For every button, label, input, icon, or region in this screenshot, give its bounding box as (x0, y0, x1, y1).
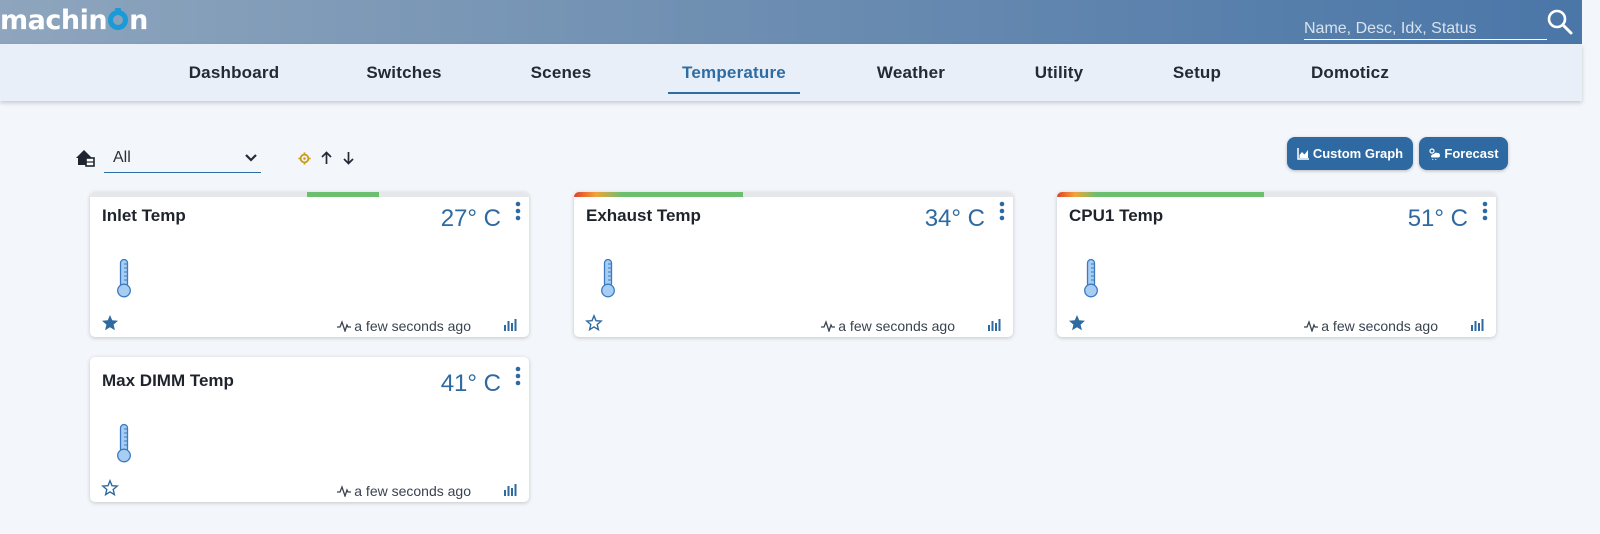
settings-sort-icon[interactable] (298, 152, 311, 165)
custom-graph-label: Custom Graph (1312, 146, 1404, 161)
machinon-logo[interactable]: machin n (0, 4, 148, 38)
nav-utility[interactable]: Utility (1019, 44, 1099, 101)
search-input[interactable] (1304, 14, 1547, 38)
search-box (1304, 14, 1547, 40)
thermometer-icon (601, 258, 615, 298)
device-name: Exhaust Temp (586, 206, 701, 225)
chevron-down-icon (245, 154, 257, 162)
thermometer-icon (1084, 258, 1098, 298)
search-icon[interactable] (1546, 8, 1574, 36)
pulse-icon (337, 485, 352, 497)
temperature-level-bar (1057, 192, 1496, 197)
device-name: Inlet Temp (102, 206, 186, 225)
last-update-text: a few seconds ago (838, 318, 955, 334)
device-value: 27° C (440, 205, 501, 232)
bar-chart-icon[interactable] (1470, 318, 1484, 332)
favorite-star-outline-icon[interactable] (585, 314, 603, 332)
sort-desc-icon[interactable] (342, 151, 355, 165)
room-filter-value: All (113, 149, 131, 166)
nav-switches[interactable]: Switches (352, 44, 456, 101)
sort-asc-icon[interactable] (320, 151, 333, 165)
area-chart-icon (1297, 148, 1309, 160)
last-update-text: a few seconds ago (354, 318, 471, 334)
device-card-exhaust-temp[interactable]: Exhaust Temp 34° C a few seconds ago (574, 192, 1013, 337)
nav-scenes[interactable]: Scenes (520, 44, 602, 101)
device-name: CPU1 Temp (1069, 206, 1164, 225)
device-card-max-dimm-temp[interactable]: Max DIMM Temp 41° C a few seconds ago (90, 357, 529, 502)
device-name: Max DIMM Temp (102, 371, 234, 390)
favorite-star-filled-icon[interactable] (1068, 314, 1086, 332)
forecast-button[interactable]: Forecast (1419, 137, 1508, 170)
room-house-icon (76, 150, 95, 167)
nav-domoticz[interactable]: Domoticz (1302, 44, 1398, 101)
main-navigation: Dashboard Switches Scenes Temperature We… (0, 44, 1582, 101)
nav-temperature[interactable]: Temperature (668, 44, 800, 101)
pulse-icon (1304, 320, 1319, 332)
custom-graph-button[interactable]: Custom Graph (1287, 137, 1413, 170)
more-options-icon[interactable] (515, 366, 521, 386)
bar-chart-icon[interactable] (503, 483, 517, 497)
favorite-star-outline-icon[interactable] (101, 479, 119, 497)
temperature-level-bar (90, 192, 529, 197)
more-options-icon[interactable] (515, 201, 521, 221)
thermometer-icon (117, 423, 131, 463)
nav-weather[interactable]: Weather (870, 44, 952, 101)
device-value: 34° C (924, 205, 985, 232)
pulse-icon (821, 320, 836, 332)
more-options-icon[interactable] (999, 201, 1005, 221)
device-card-cpu1-temp[interactable]: CPU1 Temp 51° C a few seconds ago (1057, 192, 1496, 337)
device-value: 51° C (1407, 205, 1468, 232)
top-header: machin n (0, 0, 1582, 44)
favorite-star-filled-icon[interactable] (101, 314, 119, 332)
last-update: a few seconds ago (1304, 318, 1438, 334)
thermometer-icon (117, 258, 131, 298)
device-value: 41° C (440, 370, 501, 397)
nav-setup[interactable]: Setup (1160, 44, 1234, 101)
temperature-level-bar (574, 192, 1013, 197)
last-update: a few seconds ago (337, 318, 471, 334)
last-update: a few seconds ago (821, 318, 955, 334)
cloud-sun-icon (1429, 148, 1441, 160)
last-update-text: a few seconds ago (354, 483, 471, 499)
nav-dashboard[interactable]: Dashboard (175, 44, 293, 101)
last-update-text: a few seconds ago (1321, 318, 1438, 334)
pulse-icon (337, 320, 352, 332)
bar-chart-icon[interactable] (987, 318, 1001, 332)
bar-chart-icon[interactable] (503, 318, 517, 332)
more-options-icon[interactable] (1482, 201, 1488, 221)
room-filter-select[interactable]: All (104, 145, 261, 173)
device-card-inlet-temp[interactable]: Inlet Temp 27° C a few seconds ago (90, 192, 529, 337)
forecast-label: Forecast (1444, 146, 1499, 161)
last-update: a few seconds ago (337, 483, 471, 499)
